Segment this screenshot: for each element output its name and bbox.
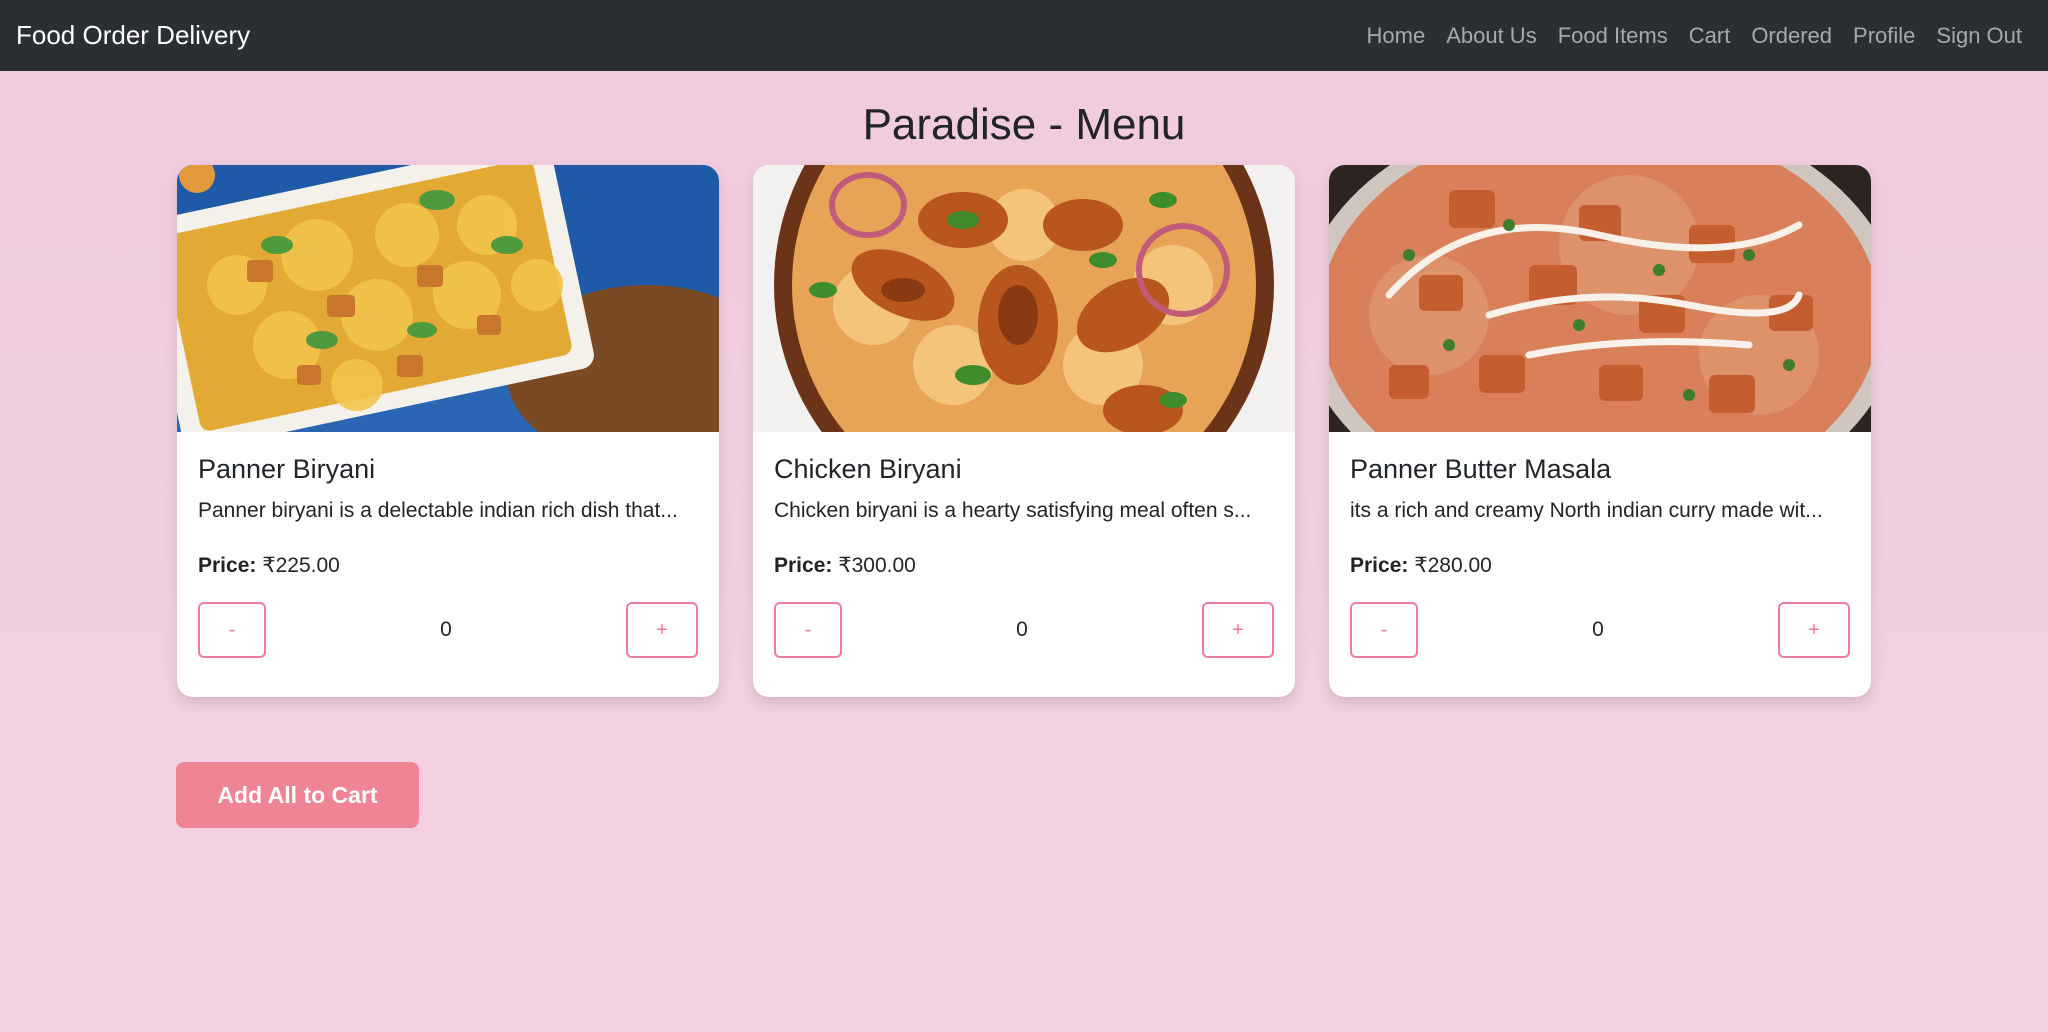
add-all-to-cart-button[interactable]: Add All to Cart xyxy=(176,762,419,828)
quantity-stepper: - 0 + xyxy=(1350,602,1850,658)
food-title: Panner Biryani xyxy=(198,454,376,484)
price-value: ₹300.00 xyxy=(838,554,916,577)
price-value: ₹225.00 xyxy=(262,554,340,577)
food-card-panner-butter-masala: Panner Butter Masala its a rich and crea… xyxy=(1329,165,1871,697)
nav-food-items[interactable]: Food Items xyxy=(1547,23,1678,49)
food-title: Panner Butter Masala xyxy=(1350,454,1612,484)
quantity-value: 0 xyxy=(1016,618,1028,641)
food-image xyxy=(177,165,719,432)
food-image xyxy=(753,165,1295,432)
nav-cart[interactable]: Cart xyxy=(1678,23,1741,49)
nav-home[interactable]: Home xyxy=(1356,23,1436,49)
price-label: Price: xyxy=(1350,554,1409,577)
food-card-chicken-biryani: Chicken Biryani Chicken biryani is a hea… xyxy=(753,165,1295,697)
price-label: Price: xyxy=(198,554,257,577)
increment-button[interactable]: + xyxy=(1202,602,1274,658)
page-title: Paradise - Menu xyxy=(862,100,1186,149)
increment-button[interactable]: + xyxy=(1778,602,1850,658)
quantity-value: 0 xyxy=(1592,618,1604,641)
nav-profile[interactable]: Profile xyxy=(1843,23,1926,49)
food-price: Price: ₹300.00 xyxy=(774,553,1274,578)
decrement-button[interactable]: - xyxy=(198,602,266,658)
nav-about-us[interactable]: About Us xyxy=(1436,23,1548,49)
price-label: Price: xyxy=(774,554,833,577)
food-price: Price: ₹225.00 xyxy=(198,553,698,578)
increment-button[interactable]: + xyxy=(626,602,698,658)
nav-ordered[interactable]: Ordered xyxy=(1741,23,1843,49)
food-description: its a rich and creamy North indian curry… xyxy=(1350,499,1823,522)
navbar: Food Order Delivery Home About Us Food I… xyxy=(0,0,2048,71)
card-body: Panner Butter Masala its a rich and crea… xyxy=(1329,432,1871,658)
decrement-button[interactable]: - xyxy=(1350,602,1418,658)
food-title: Chicken Biryani xyxy=(774,454,962,484)
quantity-stepper: - 0 + xyxy=(774,602,1274,658)
quantity-value: 0 xyxy=(440,618,452,641)
brand-link[interactable]: Food Order Delivery xyxy=(16,20,250,51)
food-description: Panner biryani is a delectable indian ri… xyxy=(198,499,678,522)
decrement-button[interactable]: - xyxy=(774,602,842,658)
food-price: Price: ₹280.00 xyxy=(1350,553,1850,578)
nav-sign-out[interactable]: Sign Out xyxy=(1926,23,2032,49)
nav-links: Home About Us Food Items Cart Ordered Pr… xyxy=(1356,23,2032,49)
food-card-panner-biryani: Panner Biryani Panner biryani is a delec… xyxy=(177,165,719,697)
price-value: ₹280.00 xyxy=(1414,554,1492,577)
food-description: Chicken biryani is a hearty satisfying m… xyxy=(774,499,1252,522)
card-body: Panner Biryani Panner biryani is a delec… xyxy=(177,432,719,658)
quantity-stepper: - 0 + xyxy=(198,602,698,658)
food-image xyxy=(1329,165,1871,432)
card-body: Chicken Biryani Chicken biryani is a hea… xyxy=(753,432,1295,658)
